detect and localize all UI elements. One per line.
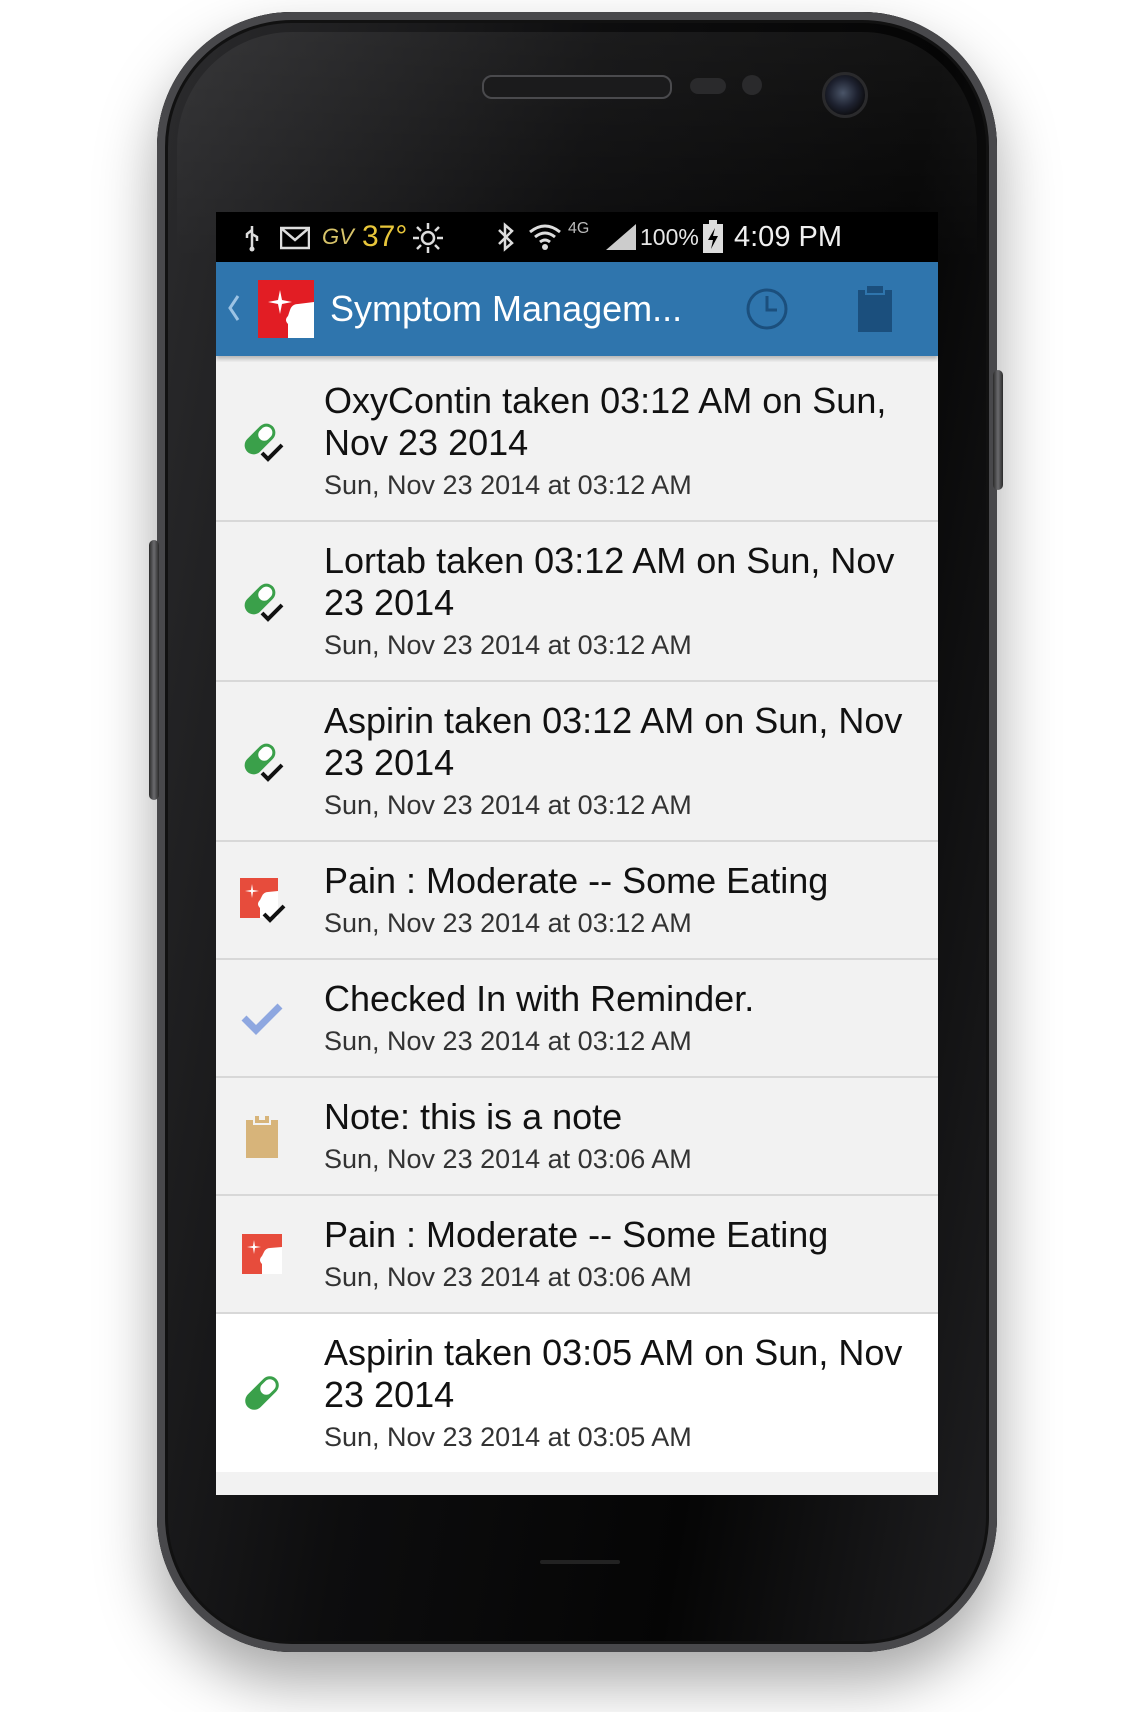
gmail-icon: [280, 226, 310, 250]
pill-check-icon: [238, 417, 286, 465]
history-entry[interactable]: Lortab taken 03:12 AM on Sun, Nov 23 201…: [216, 522, 938, 682]
weather-temp: 37°: [362, 220, 408, 253]
home-indicator: [540, 1560, 620, 1564]
entry-timestamp: Sun, Nov 23 2014 at 03:06 AM: [324, 1144, 692, 1174]
entry-title: Checked In with Reminder.: [324, 978, 755, 1019]
side-button-right: [993, 370, 1003, 490]
light-sensor: [742, 75, 762, 95]
entry-timestamp: Sun, Nov 23 2014 at 03:05 AM: [324, 1422, 692, 1452]
battery-charging-icon: [703, 220, 723, 253]
checkmark-icon: [238, 994, 286, 1042]
bluetooth-icon: [498, 222, 514, 252]
entry-title: Aspirin taken 03:05 AM on Sun, Nov 23 20…: [324, 1332, 903, 1415]
history-clock-icon[interactable]: [744, 286, 790, 332]
pain-icon: [238, 1230, 286, 1278]
history-entry[interactable]: OxyContin taken 03:12 AM on Sun, Nov 23 …: [216, 362, 938, 522]
usb-icon: [245, 226, 259, 252]
clipboard-icon[interactable]: [856, 284, 894, 334]
history-entry[interactable]: Pain : Moderate -- Some Eating Sun, Nov 2…: [216, 842, 938, 960]
history-entry[interactable]: Pain : Moderate -- Some Eating Sun, Nov 2…: [216, 1196, 938, 1314]
wifi-icon: [529, 224, 561, 250]
entry-title: Lortab taken 03:12 AM on Sun, Nov 23 201…: [324, 540, 895, 623]
sun-icon: [413, 223, 443, 253]
pill-icon: [238, 1369, 286, 1417]
entry-timestamp: Sun, Nov 23 2014 at 03:12 AM: [324, 790, 692, 820]
entry-timestamp: Sun, Nov 23 2014 at 03:12 AM: [324, 908, 692, 938]
history-list: OxyContin taken 03:12 AM on Sun, Nov 23 …: [216, 362, 938, 1472]
entry-title: Pain : Moderate -- Some Eating: [324, 1214, 829, 1255]
history-entry[interactable]: Checked In with Reminder. Sun, Nov 23 201…: [216, 960, 938, 1078]
entry-text: Checked In with Reminder. Sun, Nov 23 201…: [324, 960, 938, 1076]
entry-timestamp: Sun, Nov 23 2014 at 03:12 AM: [324, 1026, 692, 1056]
network-type: 4G: [568, 220, 590, 237]
page-title: Symptom Managem...: [330, 288, 683, 329]
phone-screen: GV 37° 4G 100% 4:09 PM Symptom Managem..…: [216, 212, 938, 1495]
entry-title: OxyContin taken 03:12 AM on Sun, Nov 23 …: [324, 380, 887, 463]
side-button-left: [149, 540, 159, 800]
entry-title: Pain : Moderate -- Some Eating: [324, 860, 829, 901]
entry-title: Aspirin taken 03:12 AM on Sun, Nov 23 20…: [324, 700, 903, 783]
pain-check-icon: [238, 876, 286, 924]
entry-text: Lortab taken 03:12 AM on Sun, Nov 23 201…: [324, 522, 938, 680]
clock-time: 4:09 PM: [734, 221, 842, 253]
history-entry[interactable]: Aspirin taken 03:05 AM on Sun, Nov 23 20…: [216, 1314, 938, 1472]
entry-text: OxyContin taken 03:12 AM on Sun, Nov 23 …: [324, 362, 938, 520]
front-camera: [822, 72, 868, 118]
entry-text: Note: this is a note Sun, Nov 23 2014 at …: [324, 1078, 938, 1194]
gv-text: GV: [322, 224, 354, 249]
entry-timestamp: Sun, Nov 23 2014 at 03:12 AM: [324, 470, 692, 500]
entry-text: Pain : Moderate -- Some Eating Sun, Nov 2…: [324, 842, 938, 958]
earpiece-speaker: [482, 75, 672, 99]
history-entry[interactable]: Aspirin taken 03:12 AM on Sun, Nov 23 20…: [216, 682, 938, 842]
app-bar: Symptom Managem...: [216, 262, 938, 356]
proximity-sensor: [690, 78, 726, 94]
entry-text: Aspirin taken 03:05 AM on Sun, Nov 23 20…: [324, 1314, 938, 1472]
history-entry[interactable]: Note: this is a note Sun, Nov 23 2014 at …: [216, 1078, 938, 1196]
entry-timestamp: Sun, Nov 23 2014 at 03:12 AM: [324, 630, 692, 660]
battery-percent: 100%: [640, 224, 699, 250]
entry-timestamp: Sun, Nov 23 2014 at 03:06 AM: [324, 1262, 692, 1292]
entry-title: Note: this is a note: [324, 1096, 623, 1137]
app-logo-icon[interactable]: [258, 280, 314, 338]
clipboard-note-icon: [238, 1112, 286, 1160]
entry-text: Aspirin taken 03:12 AM on Sun, Nov 23 20…: [324, 682, 938, 840]
signal-icon: [606, 224, 636, 250]
back-chevron-icon[interactable]: [224, 288, 244, 328]
status-bar: GV 37° 4G 100% 4:09 PM: [216, 212, 938, 262]
entry-text: Pain : Moderate -- Some Eating Sun, Nov 2…: [324, 1196, 938, 1312]
pill-check-icon: [238, 737, 286, 785]
pill-check-icon: [238, 577, 286, 625]
